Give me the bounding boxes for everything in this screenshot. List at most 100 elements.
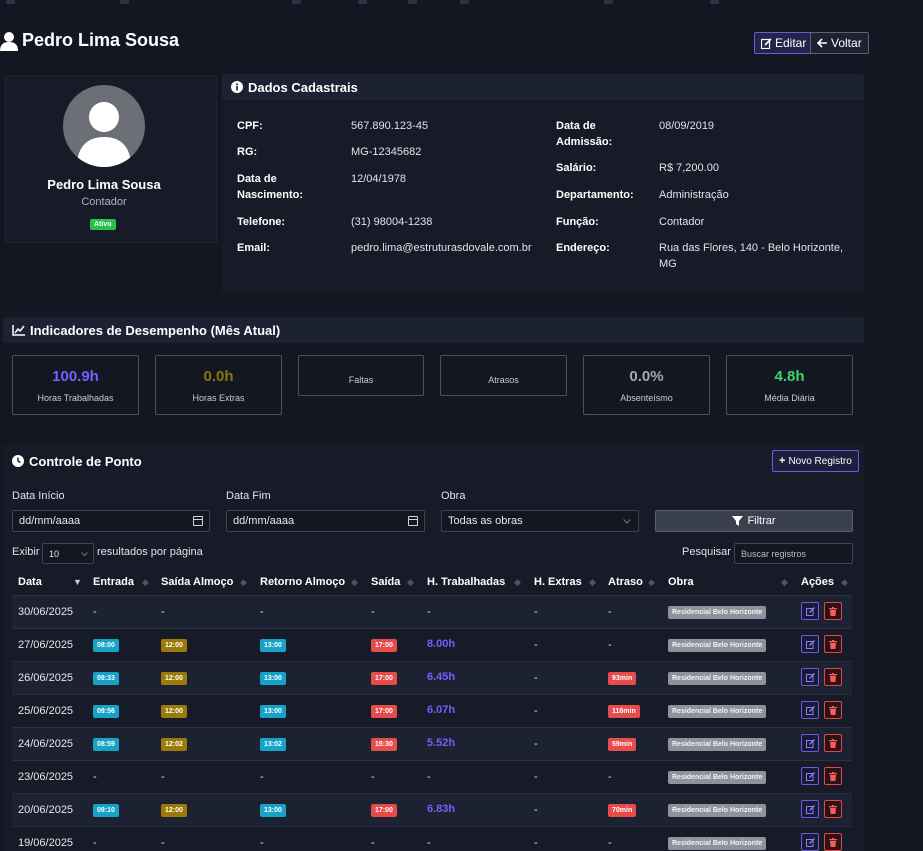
badge-atraso: 93min [608, 672, 637, 685]
cell-saida: - [371, 837, 375, 849]
delete-row-button[interactable] [824, 701, 842, 719]
indicadores-header: Indicadores de Desempenho (Mês Atual) [3, 317, 864, 343]
user-icon [0, 31, 18, 51]
data-fim-input[interactable]: dd/mm/aaaa [226, 510, 425, 532]
kpi-faltas-label: Faltas [348, 375, 374, 385]
cell-data: 27/06/2025 [18, 639, 74, 651]
kpi-media-diaria: 4.8h Média Diária [726, 355, 853, 415]
profile-card: Pedro Lima Sousa Contador Ativo [5, 75, 217, 243]
col-retorno-almoco[interactable]: Retorno Almoço [260, 576, 345, 588]
filter-icon [732, 516, 744, 526]
trash-icon [829, 771, 837, 781]
salario-label: Salário: [556, 162, 597, 174]
col-atraso[interactable]: Atraso [608, 576, 643, 588]
edit-row-button[interactable] [801, 734, 819, 752]
dados-cadastrais-title: Dados Cadastrais [248, 79, 358, 95]
badge-saida: 15:30 [371, 738, 397, 751]
cell-data: 25/06/2025 [18, 705, 74, 717]
edit-row-button[interactable] [801, 833, 819, 851]
delete-row-button[interactable] [824, 635, 842, 653]
page-size-select[interactable]: 10 [42, 543, 94, 564]
edit-row-button[interactable] [801, 701, 819, 719]
chevron-down-icon [81, 552, 88, 557]
col-horas-extras[interactable]: H. Extras [534, 576, 582, 588]
obra-label: Obra [441, 490, 466, 502]
dados-cadastrais-header: Dados Cadastrais [222, 74, 864, 100]
avatar [63, 85, 145, 167]
edit-button[interactable]: Editar [754, 32, 814, 54]
kpi-atrasos: Atrasos [440, 355, 567, 396]
table-row: 23/06/2025 - - - - - - - Residencial Belo Horizo… [12, 760, 852, 793]
badge-saida-almoco: 12:02 [161, 738, 187, 751]
edit-row-button[interactable] [801, 800, 819, 818]
cell-entrada: - [93, 606, 97, 618]
col-entrada[interactable]: Entrada [93, 576, 134, 588]
delete-row-button[interactable] [824, 668, 842, 686]
data-fim-value: dd/mm/aaaa [233, 515, 295, 527]
trash-icon [829, 705, 837, 715]
search-input[interactable]: Buscar registros [734, 543, 853, 564]
delete-row-button[interactable] [824, 833, 842, 851]
kpi-absenteismo: 0.0% Absenteísmo [583, 355, 710, 415]
col-data[interactable]: Data [18, 576, 42, 588]
obra-select-value: Todas as obras [448, 515, 523, 527]
kpi-atrasos-label: Atrasos [488, 375, 519, 385]
sort-icon[interactable]: ◆ [351, 577, 358, 588]
data-inicio-input[interactable]: dd/mm/aaaa [12, 510, 210, 532]
sort-icon[interactable]: ◆ [589, 577, 596, 588]
email-label: Email: [237, 242, 271, 254]
sort-icon[interactable]: ◆ [240, 577, 247, 588]
cell-saida-almoco: - [161, 837, 165, 849]
chevron-down-icon [623, 519, 631, 524]
kpi-horas-trabalhadas-value: 100.9h [52, 368, 99, 385]
salario-value: R$ 7,200.00 [659, 162, 719, 174]
edit-row-button[interactable] [801, 602, 819, 620]
filtrar-button[interactable]: Filtrar [655, 510, 853, 532]
sort-icon: ◆ [841, 577, 848, 587]
back-button[interactable]: Voltar [810, 32, 869, 54]
calendar-icon[interactable] [408, 516, 418, 526]
cell-data: 26/06/2025 [18, 672, 74, 684]
badge-obra: Residencial Belo Horizonte [668, 771, 767, 784]
col-horas-trabalhadas[interactable]: H. Trabalhadas [427, 576, 505, 588]
trash-icon [829, 837, 837, 847]
edit-icon [761, 37, 772, 49]
col-saida[interactable]: Saída [371, 576, 400, 588]
delete-row-button[interactable] [824, 602, 842, 620]
sort-icon[interactable]: ◆ [648, 577, 655, 588]
sort-icon[interactable]: ◆ [514, 577, 521, 588]
badge-atraso: 59min [608, 738, 637, 751]
cell-entrada: - [93, 837, 97, 849]
admissao-value: 08/09/2019 [659, 120, 715, 132]
calendar-icon[interactable] [193, 516, 203, 526]
cell-horas: - [427, 837, 431, 849]
novo-registro-button[interactable]: + Novo Registro [772, 450, 859, 472]
delete-row-button[interactable] [824, 800, 842, 818]
obra-select[interactable]: Todas as obras [441, 510, 639, 532]
kpi-horas-extras-label: Horas Extras [192, 393, 245, 403]
sort-icon[interactable]: ◆ [781, 577, 788, 588]
data-inicio-label: Data Início [12, 490, 65, 502]
sort-icon[interactable]: ◆ [407, 577, 414, 588]
edit-row-button[interactable] [801, 767, 819, 785]
cell-atraso: - [608, 639, 612, 651]
sort-icon[interactable]: ◆ [142, 577, 149, 588]
delete-row-button[interactable] [824, 767, 842, 785]
cell-atraso: - [608, 837, 612, 849]
badge-retorno: 13:02 [260, 738, 286, 751]
badge-atraso: 70min [608, 804, 637, 817]
cell-extras: - [534, 804, 538, 816]
sort-desc-icon[interactable]: ▼ [73, 577, 82, 587]
edit-row-button[interactable] [801, 635, 819, 653]
avatar-user-icon [77, 102, 131, 167]
edit-row-button[interactable] [801, 668, 819, 686]
page-title: Pedro Lima Sousa [0, 30, 179, 51]
delete-row-button[interactable] [824, 734, 842, 752]
table-row: 20/06/2025 09:10 12:00 13:00 17:00 6.83h - 70mi… [12, 793, 852, 826]
col-saida-almoco[interactable]: Saída Almoço [161, 576, 233, 588]
kpi-absenteismo-label: Absenteísmo [620, 393, 673, 403]
badge-obra: Residencial Belo Horizonte [668, 804, 767, 817]
col-obra[interactable]: Obra [668, 576, 694, 588]
edit-icon [805, 837, 815, 847]
endereco-value: Rua das Flores, 140 - Belo Horizonte, MG [659, 242, 844, 270]
